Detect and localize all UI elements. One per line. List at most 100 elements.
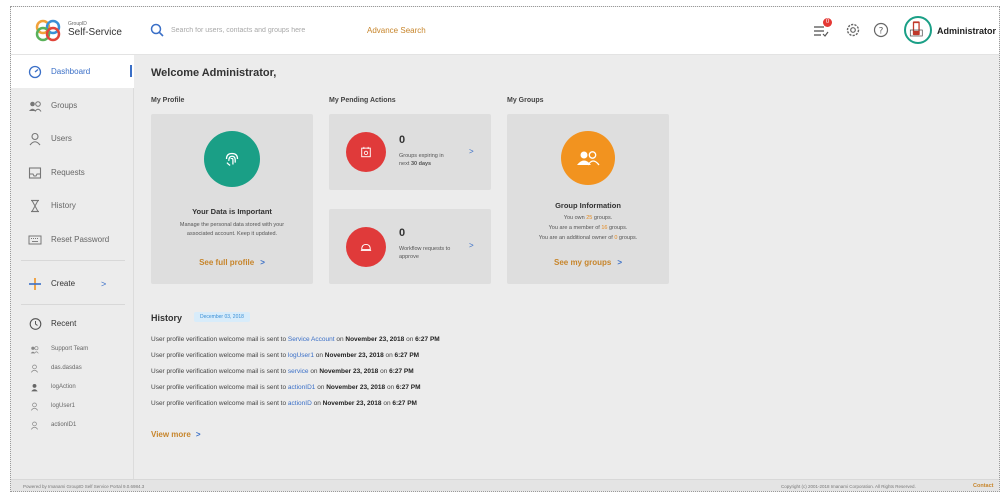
sidebar-item-history[interactable]: History	[11, 189, 134, 222]
workflow-text-line2: approve	[399, 254, 419, 261]
my-profile-heading: My Profile	[151, 97, 185, 104]
workflow-text: Workflow requests to approve	[399, 245, 469, 262]
user-name[interactable]: Administrator	[937, 26, 996, 36]
user-solid-icon	[31, 383, 38, 391]
recent-label: Recent	[51, 319, 77, 328]
history-on: on	[308, 368, 320, 375]
sidebar-item-groups[interactable]: Groups	[11, 89, 134, 122]
recent-item[interactable]: actionID1	[11, 417, 134, 433]
app-window: GroupID Self-Service Advance Search 0 ?	[10, 6, 1000, 492]
profile-card-title: Your Data is Important	[192, 207, 272, 216]
workflow-requests-card[interactable]: 0 Workflow requests to approve >	[329, 209, 491, 284]
sidebar-item-label: Users	[51, 134, 72, 143]
sidebar-item-label: Dashboard	[51, 67, 91, 76]
expiring-text-line1: Groups expiring in	[399, 153, 444, 159]
pending-actions-heading: My Pending Actions	[329, 97, 396, 104]
avatar[interactable]	[904, 16, 932, 44]
history-target-link[interactable]: actionID1	[288, 384, 315, 391]
sidebar-item-label: Reset Password	[51, 235, 110, 244]
sidebar-item-requests[interactable]: Requests	[11, 156, 134, 189]
workflow-count: 0	[399, 227, 406, 239]
app-logo[interactable]: GroupID Self-Service	[33, 17, 122, 43]
chevron-right-icon[interactable]: >	[469, 147, 474, 156]
history-clock-icon	[29, 317, 42, 330]
groups-member-text: You are a member of 16 groups.	[507, 224, 669, 232]
workflow-text-line1: Workflow requests to	[399, 246, 451, 252]
footer-powered-by: Powered by Imanami GroupID Self Service …	[23, 484, 145, 489]
recent-item[interactable]: Support Team	[11, 341, 134, 357]
create-label: Create	[51, 279, 76, 288]
history-on: on	[381, 400, 393, 407]
settings-icon[interactable]	[845, 22, 861, 38]
recent-item[interactable]: logUser1	[11, 398, 134, 414]
logo-title: Self-Service	[68, 27, 122, 38]
view-more-label: View more	[151, 430, 191, 439]
history-text: User profile verification welcome mail i…	[151, 352, 288, 359]
dashboard-icon	[28, 65, 42, 78]
chevron-right-icon: >	[260, 258, 265, 267]
expiring-days: 30 days	[410, 161, 432, 168]
svg-text:?: ?	[879, 27, 884, 37]
sidebar-item-reset-password[interactable]: Reset Password	[11, 223, 134, 256]
profile-card-text: associated account. Keep it updated.	[186, 231, 278, 237]
sidebar-create-button[interactable]: Create >	[11, 267, 134, 300]
groups-additional-prefix: You are an additional owner of	[538, 235, 615, 241]
footer: Powered by Imanami GroupID Self Service …	[11, 479, 999, 491]
history-on: on	[334, 336, 346, 343]
recent-item[interactable]: das.dasdas	[11, 360, 134, 376]
history-on: on	[383, 352, 395, 359]
history-time: 6:27 PM	[395, 384, 421, 391]
hourglass-icon	[31, 199, 39, 212]
avatar-image	[909, 21, 923, 37]
history-on: on	[404, 336, 416, 343]
expiring-groups-card[interactable]: 0 Groups expiring in next 30 days >	[329, 114, 491, 190]
search-icon[interactable]	[150, 23, 164, 37]
history-time: 6:27 PM	[394, 352, 420, 359]
recent-item-label: das.dasdas	[51, 365, 82, 371]
sidebar-item-label: History	[51, 201, 76, 210]
see-my-groups-link[interactable]: See my groups >	[507, 258, 669, 267]
groups-icon	[561, 131, 615, 185]
history-target-link[interactable]: service	[288, 368, 309, 375]
contact-link[interactable]: Contact	[973, 483, 993, 489]
chevron-right-icon[interactable]: >	[469, 241, 474, 250]
plus-icon	[29, 277, 41, 290]
my-groups-heading: My Groups	[507, 97, 544, 104]
chevron-right-icon: >	[101, 278, 107, 289]
history-on: on	[378, 368, 390, 375]
footer-copyright: Copyright (c) 2001-2018 Imanami Corporat…	[781, 484, 916, 489]
advance-search-link[interactable]: Advance Search	[367, 26, 426, 35]
see-full-profile-link[interactable]: See full profile >	[151, 258, 313, 267]
history-target-link[interactable]: actionID	[288, 400, 312, 407]
sidebar-item-dashboard[interactable]: Dashboard	[11, 55, 134, 88]
my-groups-card: Group Information You own 25 groups. You…	[507, 114, 669, 284]
user-icon	[31, 364, 38, 373]
recent-item-label: logUser1	[51, 403, 76, 409]
link-label: See full profile	[199, 258, 255, 267]
link-label: See my groups	[553, 258, 612, 267]
main-content: Welcome Administrator, My Profile My Pen…	[135, 55, 999, 479]
expiring-text: Groups expiring in next 30 days	[399, 152, 469, 169]
history-target-link[interactable]: Service Account	[288, 336, 335, 343]
notification-badge: 0	[823, 18, 832, 27]
groups-additional-owner-text: You are an additional owner of 0 groups.	[507, 234, 669, 242]
help-icon[interactable]: ?	[873, 22, 889, 38]
search-input[interactable]	[171, 21, 341, 39]
expiring-count: 0	[399, 134, 406, 146]
history-date: November 23, 2018	[326, 384, 386, 391]
sidebar-divider	[21, 260, 125, 261]
user-icon	[31, 402, 38, 411]
my-profile-card: Your Data is Important Manage the person…	[151, 114, 313, 284]
sidebar-item-label: Groups	[51, 101, 78, 110]
sidebar-item-users[interactable]: Users	[11, 122, 134, 155]
view-more-link[interactable]: View more >	[151, 430, 201, 439]
sidebar-divider	[21, 304, 125, 305]
user-icon	[31, 421, 38, 430]
recent-item[interactable]: logAction	[11, 379, 134, 395]
recent-item-label: Support Team	[51, 346, 89, 352]
history-entry: User profile verification welcome mail i…	[151, 384, 421, 391]
history-date: November 23, 2018	[345, 336, 405, 343]
history-target-link[interactable]: logUser1	[288, 352, 314, 359]
recent-item-label: actionID1	[51, 422, 77, 428]
history-time: 6:27 PM	[389, 368, 414, 375]
